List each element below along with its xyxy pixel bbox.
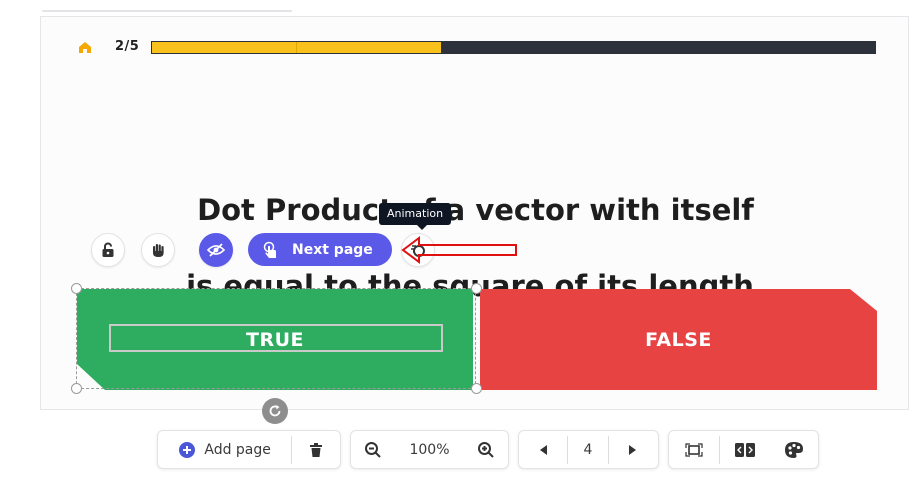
fit-screen-button[interactable] xyxy=(669,431,719,468)
split-view-button[interactable] xyxy=(720,431,770,468)
resize-handle-bottom-left[interactable] xyxy=(71,383,82,394)
fit-screen-icon xyxy=(685,442,703,457)
view-tools-group xyxy=(668,430,819,469)
question-line-1: Dot Product of a vector with itself xyxy=(197,193,754,227)
rotate-icon xyxy=(269,405,281,417)
lock-icon xyxy=(102,242,114,257)
visibility-button[interactable] xyxy=(199,233,233,267)
progress-bar xyxy=(151,41,876,54)
theme-button[interactable] xyxy=(770,431,818,468)
next-page-label: Next page xyxy=(292,241,373,258)
palette-icon xyxy=(785,441,803,458)
selection-frame xyxy=(76,288,476,389)
annotation-arrow xyxy=(401,236,517,264)
resize-handle-bottom-right[interactable] xyxy=(471,383,482,394)
zoom-out-button[interactable] xyxy=(351,431,395,468)
zoom-group: 100% xyxy=(350,430,509,469)
slide-canvas[interactable]: 2/5 Dot Product of a vector with itself … xyxy=(40,16,909,424)
zoom-out-icon xyxy=(364,441,381,458)
hand-icon xyxy=(153,244,164,257)
answer-false-label: FALSE xyxy=(645,328,712,351)
prev-page-button[interactable] xyxy=(519,431,567,468)
zoom-level[interactable]: 100% xyxy=(395,431,465,468)
caret-left-icon xyxy=(540,444,547,455)
answer-false-card[interactable]: FALSE xyxy=(480,289,877,390)
tap-icon xyxy=(263,241,276,258)
page-actions-group: Add page xyxy=(157,430,341,469)
trash-icon xyxy=(310,442,323,457)
page-number[interactable]: 4 xyxy=(568,431,608,468)
split-view-icon xyxy=(735,442,755,457)
lock-button[interactable] xyxy=(91,233,125,267)
eye-off-icon xyxy=(207,243,225,257)
zoom-in-icon xyxy=(478,441,494,458)
add-page-button[interactable]: Add page xyxy=(158,431,291,468)
caret-right-icon xyxy=(629,444,636,455)
progress-label: 2/5 xyxy=(115,39,140,54)
resize-handle-top-right[interactable] xyxy=(471,283,482,294)
resize-handle-top-left[interactable] xyxy=(71,283,82,294)
top-divider xyxy=(42,10,292,12)
next-page-nav-button[interactable] xyxy=(609,431,657,468)
zoom-in-button[interactable] xyxy=(464,431,508,468)
page-nav-group: 4 xyxy=(518,430,659,469)
progress-segment-divider xyxy=(296,42,297,53)
home-icon[interactable] xyxy=(77,40,93,56)
next-page-button[interactable]: Next page xyxy=(248,233,392,266)
animation-tooltip: Animation xyxy=(379,203,452,230)
rotate-handle[interactable] xyxy=(262,398,288,424)
delete-page-button[interactable] xyxy=(292,431,340,468)
hand-button[interactable] xyxy=(141,233,175,267)
add-page-label: Add page xyxy=(204,441,271,458)
add-circle-icon xyxy=(179,441,196,458)
